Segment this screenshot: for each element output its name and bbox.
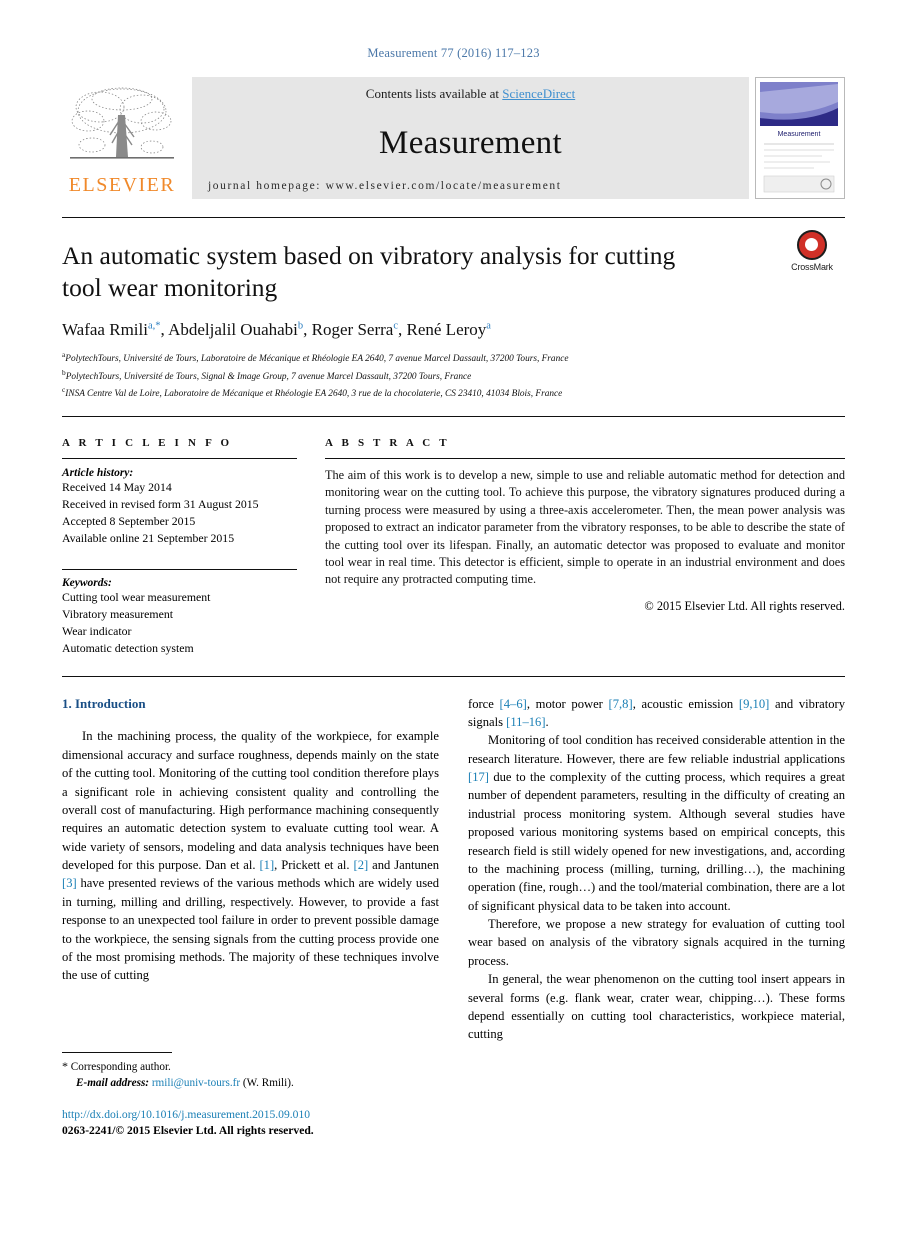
article-info-heading: A R T I C L E I N F O xyxy=(62,436,233,449)
abstract-rule xyxy=(325,457,845,459)
email-note: E-mail address: rmili@univ-tours.fr (W. … xyxy=(62,1075,439,1091)
crossmark-icon xyxy=(797,230,827,260)
title-divider xyxy=(62,415,845,417)
journal-cover-thumbnail: Measurement xyxy=(755,77,845,199)
keyword-item: Cutting tool wear measurement xyxy=(62,590,211,605)
section-heading-introduction: 1. Introduction xyxy=(62,695,146,711)
running-head: Measurement 77 (2016) 117–123 xyxy=(367,46,540,60)
author-mark[interactable]: a,* xyxy=(148,321,161,332)
info-abstract-section: A R T I C L E I N F O Article history: R… xyxy=(62,437,845,658)
author-mark[interactable]: b xyxy=(298,321,303,332)
email-link[interactable]: rmili@univ-tours.fr xyxy=(152,1077,240,1089)
citation-link[interactable]: [4–6] xyxy=(500,697,527,711)
corresponding-author-text: Corresponding author. xyxy=(70,1061,171,1073)
contents-prefix: Contents lists available at xyxy=(365,86,503,101)
crossmark-badge[interactable]: CrossMark xyxy=(779,230,845,272)
corresponding-author-note: * Corresponding author. xyxy=(62,1058,439,1075)
elsevier-logo: ELSEVIER xyxy=(62,77,182,199)
paragraph-text: , motor power xyxy=(526,696,609,711)
sciencedirect-link[interactable]: ScienceDirect xyxy=(502,86,575,101)
affiliation-item: aPolytechTours, Université de Tours, Lab… xyxy=(62,349,845,367)
journal-homepage[interactable]: journal homepage: www.elsevier.com/locat… xyxy=(192,180,749,199)
body-columns: 1. Introduction In the machining process… xyxy=(62,695,845,1044)
journal-band: Contents lists available at ScienceDirec… xyxy=(192,77,749,199)
journal-masthead: ELSEVIER Contents lists available at Sci… xyxy=(62,77,845,199)
abstract-heading: A B S T R A C T xyxy=(325,436,450,449)
history-item: Accepted 8 September 2015 xyxy=(62,513,196,528)
paragraph-right-2: Monitoring of tool condition has receive… xyxy=(468,731,845,915)
abstract-column: A B S T R A C T The aim of this work is … xyxy=(315,437,845,658)
author-list: Wafaa Rmilia,*, Abdeljalil Ouahabib, Rog… xyxy=(62,320,491,340)
cover-artwork-icon: Measurement xyxy=(756,78,842,198)
page-title: An automatic system based on vibratory a… xyxy=(62,241,676,303)
author-name: René Leroy xyxy=(406,320,487,340)
history-item: Received 14 May 2014 xyxy=(62,479,172,494)
body-column-left: 1. Introduction In the machining process… xyxy=(62,695,439,1044)
citation-link[interactable]: [2] xyxy=(354,858,369,872)
issn-copyright-line: 0263-2241/© 2015 Elsevier Ltd. All right… xyxy=(62,1123,314,1137)
citation-link[interactable]: [17] xyxy=(468,770,489,784)
author-name: Roger Serra xyxy=(311,320,394,340)
author-name: Wafaa Rmili xyxy=(62,320,148,340)
paragraph-intro-left: In the machining process, the quality of… xyxy=(62,727,439,984)
keywords-rule xyxy=(62,569,297,571)
asterisk-icon: * xyxy=(62,1059,68,1073)
keywords-label: Keywords: xyxy=(62,577,112,590)
citation-link[interactable]: [1] xyxy=(259,858,274,872)
footer-block: http://dx.doi.org/10.1016/j.measurement.… xyxy=(62,1107,482,1138)
body-column-right: force [4–6], motor power [7,8], acoustic… xyxy=(468,695,845,1044)
paragraph-right-4: In general, the wear phenomenon on the c… xyxy=(468,972,845,1042)
article-info-column: A R T I C L E I N F O Article history: R… xyxy=(62,437,315,658)
citation-link[interactable]: [7,8] xyxy=(609,697,633,711)
affiliation-text: PolytechTours, Université de Tours, Sign… xyxy=(65,371,472,382)
paper-page: Measurement 77 (2016) 117–123 ELSEVIER C… xyxy=(0,0,907,1238)
email-owner: (W. Rmili). xyxy=(242,1077,294,1090)
paragraph-text: . xyxy=(545,714,549,729)
author-name: Abdeljalil Ouahabi xyxy=(168,320,298,340)
citation-link[interactable]: [3] xyxy=(62,876,77,890)
journal-title: Measurement xyxy=(379,124,562,161)
crossmark-label: CrossMark xyxy=(791,262,833,272)
abstract-divider xyxy=(62,675,845,677)
abstract-copyright: © 2015 Elsevier Ltd. All rights reserved… xyxy=(644,598,845,613)
paragraph-text: In the machining process, the quality of… xyxy=(62,729,439,873)
author-mark[interactable]: a xyxy=(486,321,491,332)
abstract-text: The aim of this work is to develop a new… xyxy=(325,467,845,587)
citation-link[interactable]: [9,10] xyxy=(739,697,769,711)
paragraph-text: and Jantunen xyxy=(368,858,439,873)
article-history-label: Article history: xyxy=(62,466,134,479)
paragraph-text: have presented reviews of the various me… xyxy=(62,876,439,983)
affiliation-text: PolytechTours, Université de Tours, Labo… xyxy=(65,354,569,365)
contents-available-line: Contents lists available at ScienceDirec… xyxy=(366,86,575,102)
author-mark[interactable]: c xyxy=(393,321,398,332)
paragraph-text: due to the complexity of the cutting pro… xyxy=(468,770,845,913)
footnote-rule xyxy=(62,1052,172,1053)
svg-text:Measurement: Measurement xyxy=(778,131,821,138)
affiliation-text: INSA Centre Val de Loire, Laboratoire de… xyxy=(65,389,563,400)
article-info-rule xyxy=(62,457,297,459)
title-block: CrossMark An automatic system based on v… xyxy=(62,218,845,402)
paragraph-text: force xyxy=(468,696,500,711)
elsevier-tree-icon xyxy=(70,87,174,159)
paragraph-right-1: force [4–6], motor power [7,8], acoustic… xyxy=(468,695,845,732)
history-item: Received in revised form 31 August 2015 xyxy=(62,496,259,511)
keyword-item: Wear indicator xyxy=(62,624,132,639)
email-label: E-mail address: xyxy=(76,1077,150,1090)
keyword-item: Automatic detection system xyxy=(62,641,194,656)
paragraph-text: , acoustic emission xyxy=(632,696,739,711)
paragraph-right-3: Therefore, we propose a new strategy for… xyxy=(468,917,845,968)
affiliations: aPolytechTours, Université de Tours, Lab… xyxy=(62,349,845,402)
keyword-item: Vibratory measurement xyxy=(62,607,173,622)
doi-link[interactable]: http://dx.doi.org/10.1016/j.measurement.… xyxy=(62,1107,482,1123)
footnote-block: * Corresponding author. E-mail address: … xyxy=(62,1052,439,1092)
history-item: Available online 21 September 2015 xyxy=(62,531,235,546)
paragraph-text: Monitoring of tool condition has receive… xyxy=(468,733,845,766)
affiliation-item: cINSA Centre Val de Loire, Laboratoire d… xyxy=(62,384,845,402)
paragraph-text: , Prickett et al. xyxy=(274,858,354,873)
elsevier-wordmark: ELSEVIER xyxy=(68,174,176,196)
citation-link[interactable]: [11–16] xyxy=(506,715,545,729)
affiliation-item: bPolytechTours, Université de Tours, Sig… xyxy=(62,367,845,385)
